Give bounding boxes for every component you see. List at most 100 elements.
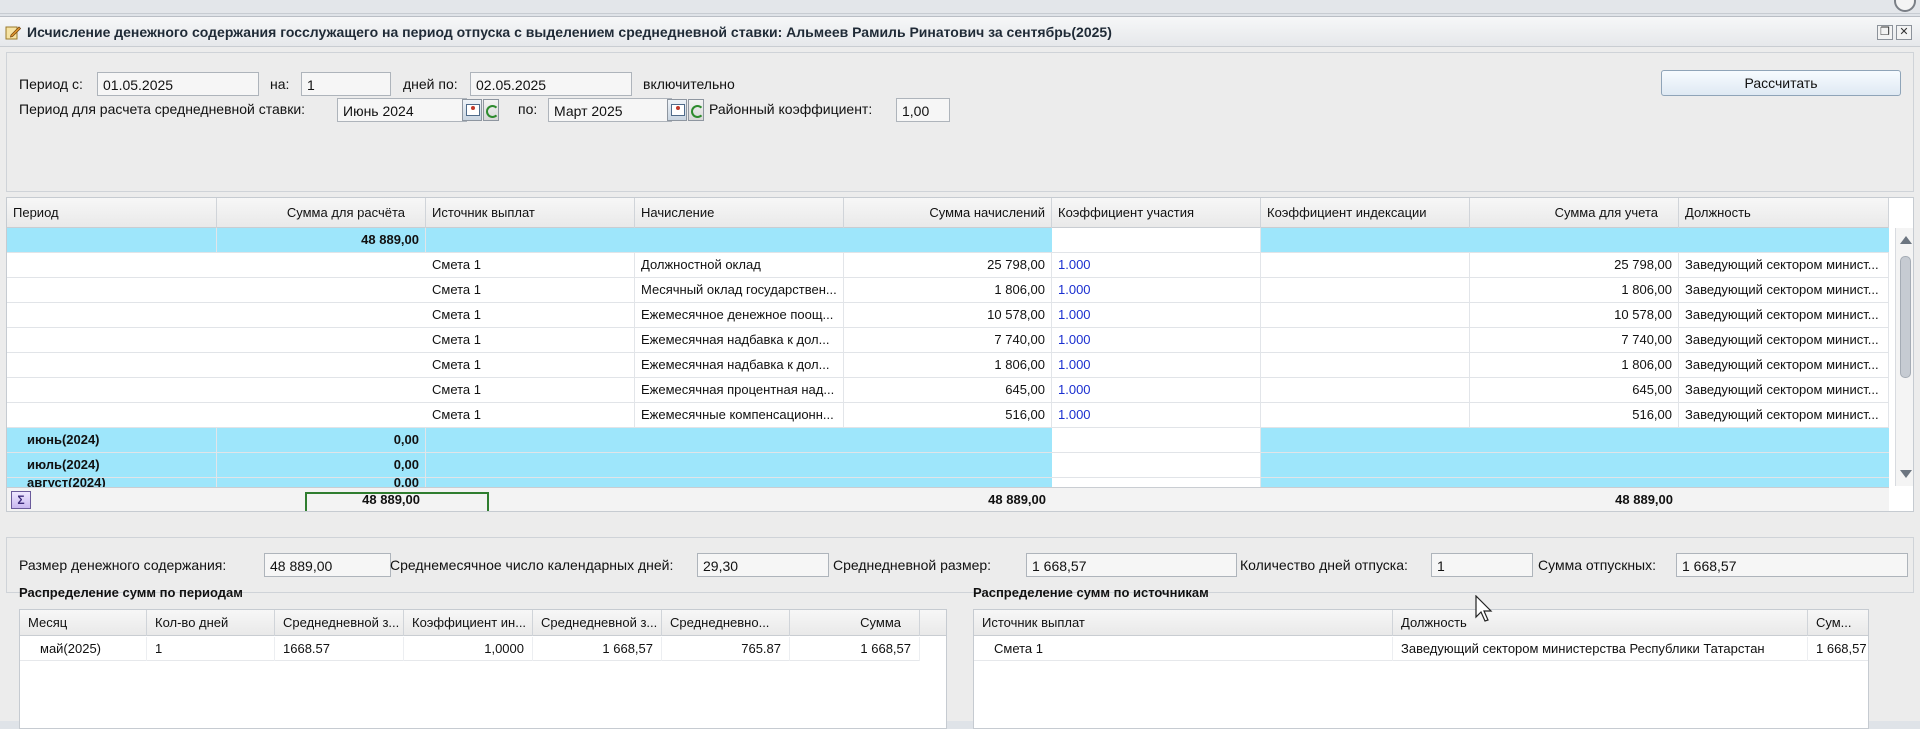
cell-accrual: Должностной оклад — [635, 253, 844, 277]
cell-index — [1261, 253, 1470, 277]
col-source[interactable]: Источник выплат — [974, 610, 1393, 636]
cell-sum-for-calc: 0,00 — [217, 453, 426, 477]
footer-accrued: 48 889,00 — [988, 492, 1046, 507]
table-row[interactable]: Смета 1 Ежемесячное денежное поощ... 10 … — [7, 303, 1889, 328]
calendar-to-icon[interactable] — [667, 99, 687, 121]
calculate-button[interactable]: Рассчитать — [1661, 70, 1901, 96]
col-month[interactable]: Месяц — [20, 610, 147, 636]
col-accrued[interactable]: Сумма начислений — [844, 198, 1052, 228]
vacation-days-field[interactable]: 1 — [1431, 553, 1533, 577]
calendar-from-icon[interactable] — [462, 99, 482, 121]
table-row[interactable]: Смета 1 Должностной оклад 25 798,00 1.00… — [7, 253, 1889, 278]
avg-days-field[interactable]: 29,30 — [697, 553, 829, 577]
table-row[interactable]: Смета 1 Месячный оклад государствен... 1… — [7, 278, 1889, 303]
col-daily-3[interactable]: Среднедневно... — [662, 610, 790, 636]
cell-accrual: Ежемесячная надбавка к дол... — [635, 353, 844, 377]
period-to-input[interactable]: 02.05.2025 — [470, 72, 632, 96]
col-sum-for-calc[interactable]: Сумма для расчёта — [217, 198, 426, 228]
scroll-up-icon[interactable] — [1900, 236, 1912, 244]
cell-accrued: 25 798,00 — [844, 253, 1052, 277]
cell-period — [7, 228, 217, 252]
table-row[interactable]: май(2025) 1 1668.57 1,0000 1 668,57 765.… — [20, 637, 920, 661]
cell-coef[interactable]: 1.000 — [1052, 278, 1261, 302]
cell-month: май(2025) — [20, 637, 147, 661]
month-group-row[interactable]: июль(2024) 0,00 — [7, 453, 1889, 478]
table-row[interactable]: Смета 1 Ежемесячные компенсационн... 516… — [7, 403, 1889, 428]
table-row[interactable]: Смета 1 Ежемесячная надбавка к дол... 7 … — [7, 328, 1889, 353]
col-for-account[interactable]: Сумма для учета — [1470, 198, 1679, 228]
cell-coef[interactable]: 1.000 — [1052, 328, 1261, 352]
by-source-title: Распределение сумм по источникам — [973, 585, 1209, 600]
cell-period: июнь(2024) — [7, 428, 217, 452]
cell-coef[interactable]: 1.000 — [1052, 403, 1261, 427]
col-index-coef[interactable]: Коэффициент ин... — [404, 610, 533, 636]
cell-accrued: 10 578,00 — [844, 303, 1052, 327]
cell-position: Заведующий сектором минист... — [1679, 278, 1889, 302]
col-daily-1[interactable]: Среднедневной з... — [275, 610, 404, 636]
table-row[interactable]: Смета 1 Ежемесячная процентная над... 64… — [7, 378, 1889, 403]
col-sum[interactable]: Сумма — [790, 610, 920, 636]
cell-index — [1261, 278, 1470, 302]
col-accrual[interactable]: Начисление — [635, 198, 844, 228]
cell-coef[interactable]: 1.000 — [1052, 353, 1261, 377]
col-sum[interactable]: Сум... — [1808, 610, 1868, 636]
vacation-sum-field[interactable]: 1 668,57 — [1676, 553, 1908, 577]
daily-field[interactable]: 1 668,57 — [1026, 553, 1237, 577]
refresh-to-icon[interactable] — [688, 99, 704, 121]
cell-period: июль(2024) — [7, 453, 217, 477]
table-row[interactable]: Смета 1 Ежемесячная надбавка к дол... 1 … — [7, 353, 1889, 378]
district-coef-input[interactable]: 1,00 — [896, 98, 950, 122]
days-input[interactable]: 1 — [301, 72, 391, 96]
cell-daily-2: 1 668,57 — [533, 637, 662, 661]
cell-index — [1261, 403, 1470, 427]
vacation-sum-label: Сумма отпускных: — [1538, 557, 1657, 573]
cell-accrual: Ежемесячная надбавка к дол... — [635, 328, 844, 352]
summary-panel: Размер денежного содержания: 48 889,00 С… — [6, 537, 1914, 593]
days-to-label: дней по: — [403, 76, 458, 92]
sigma-icon[interactable]: Σ — [11, 491, 31, 509]
maximize-icon[interactable]: ❐ — [1877, 25, 1893, 40]
mouse-cursor-icon — [1475, 595, 1493, 622]
col-position[interactable]: Должность — [1393, 610, 1808, 636]
col-participation-coef[interactable]: Коэффициент участия — [1052, 198, 1261, 228]
salary-field[interactable]: 48 889,00 — [264, 553, 391, 577]
cell-coef[interactable]: 1.000 — [1052, 303, 1261, 327]
grid-header: Период Сумма для расчёта Источник выплат… — [7, 198, 1889, 228]
parameters-panel: Период с: 01.05.2025 на: 1 дней по: 02.0… — [6, 52, 1914, 192]
close-icon[interactable]: ✕ — [1896, 25, 1912, 40]
cell-index-coef: 1,0000 — [404, 637, 533, 661]
calc-to-input[interactable]: Март 2025 — [548, 98, 672, 122]
col-days[interactable]: Кол-во дней — [147, 610, 275, 636]
period-from-input[interactable]: 01.05.2025 — [97, 72, 259, 96]
district-coef-label: Районный коэффициент: — [709, 101, 873, 117]
cell-index — [1261, 353, 1470, 377]
grid-scrollbar[interactable] — [1895, 228, 1913, 486]
group-total-row[interactable]: 48 889,00 — [7, 228, 1889, 253]
daily-label: Среднедневной размер: — [833, 557, 992, 573]
col-source[interactable]: Источник выплат — [426, 198, 635, 228]
col-position[interactable]: Должность — [1679, 198, 1889, 228]
scroll-down-icon[interactable] — [1900, 470, 1912, 478]
col-index-coef[interactable]: Коэффициент индексации — [1261, 198, 1470, 228]
cell-coef-empty — [1052, 228, 1261, 252]
scroll-thumb[interactable] — [1900, 256, 1911, 378]
calc-to-label: по: — [518, 101, 538, 117]
refresh-from-icon[interactable] — [483, 99, 499, 121]
cell-sum-for-calc: 0,00 — [217, 428, 426, 452]
month-group-row[interactable]: июнь(2024) 0,00 — [7, 428, 1889, 453]
cell-source: Смета 1 — [426, 253, 635, 277]
close-circle-icon[interactable] — [1894, 0, 1916, 12]
cell-position: Заведующий сектором минист... — [1679, 328, 1889, 352]
col-period[interactable]: Период — [7, 198, 217, 228]
cell-coef[interactable]: 1.000 — [1052, 378, 1261, 402]
title-bar: Исчисление денежного содержания госслужа… — [0, 17, 1920, 47]
cell-accrued: 645,00 — [844, 378, 1052, 402]
col-daily-2[interactable]: Среднедневной з... — [533, 610, 662, 636]
calc-from-input[interactable]: Июнь 2024 — [337, 98, 467, 122]
table-row[interactable]: Смета 1 Заведующий сектором министерства… — [974, 637, 1868, 661]
cell-coef[interactable]: 1.000 — [1052, 253, 1261, 277]
cell-daily-3: 765.87 — [662, 637, 790, 661]
cell-position: Заведующий сектором министерства Республ… — [1393, 637, 1808, 661]
grid-footer: Σ 48 889,00 48 889,00 48 889,00 — [7, 487, 1889, 511]
cell-index — [1261, 378, 1470, 402]
